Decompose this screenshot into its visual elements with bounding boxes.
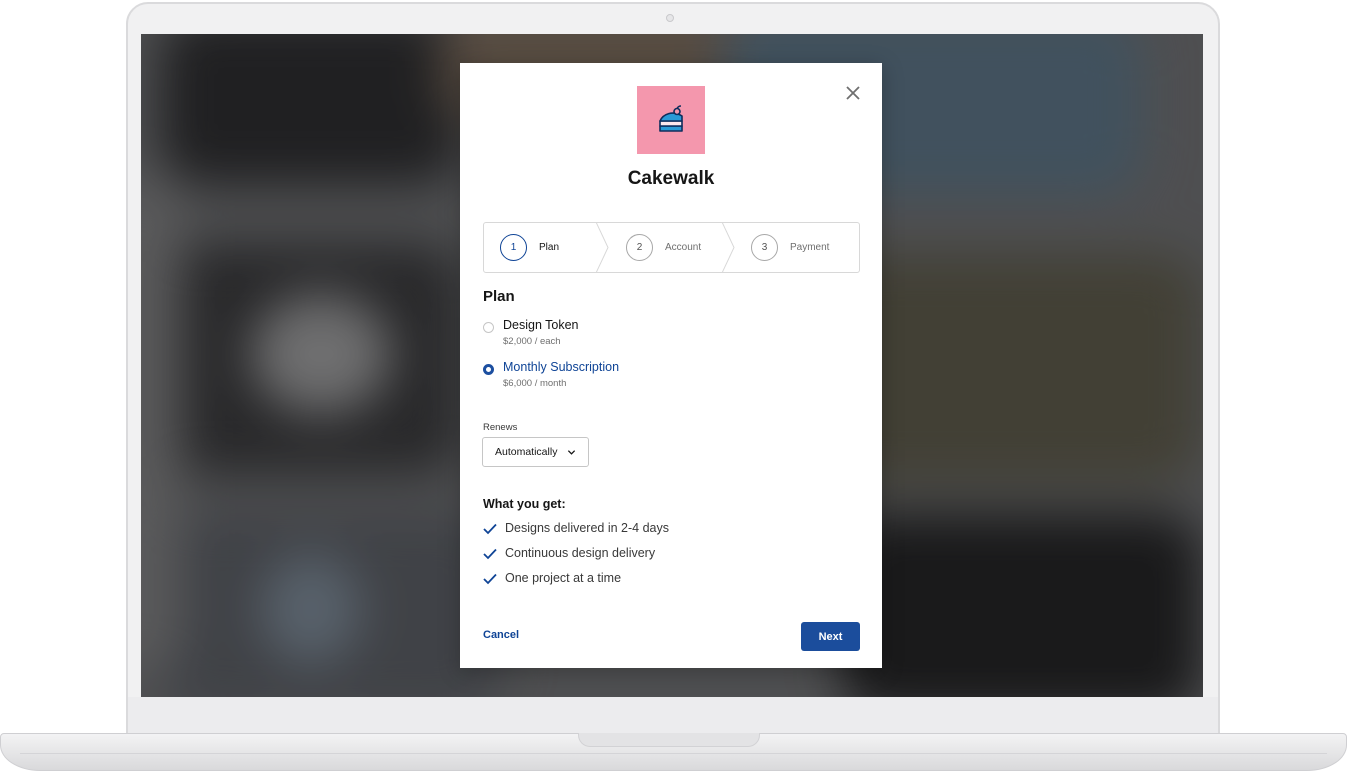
- radio-button-checked[interactable]: [483, 364, 494, 375]
- plan-option-design-token[interactable]: Design Token $2,000 / each: [483, 318, 683, 350]
- next-button[interactable]: Next: [801, 622, 860, 651]
- app-logo: [637, 86, 705, 154]
- benefit-text: Continuous design delivery: [505, 546, 656, 560]
- checkmark-icon: [483, 573, 497, 585]
- step-label: Payment: [790, 242, 830, 253]
- option-price: $6,000 / month: [503, 378, 567, 389]
- cancel-button[interactable]: Cancel: [483, 629, 519, 641]
- camera-dot: [666, 14, 674, 22]
- radio-button[interactable]: [483, 322, 494, 333]
- close-button[interactable]: [843, 83, 863, 103]
- plan-option-monthly-subscription[interactable]: Monthly Subscription $6,000 / month: [483, 360, 683, 392]
- option-label: Monthly Subscription: [503, 360, 620, 374]
- step-number: 2: [626, 234, 653, 261]
- step-label: Account: [665, 242, 702, 253]
- checkmark-icon: [483, 548, 497, 560]
- step-label: Plan: [539, 242, 560, 253]
- laptop-chin: [126, 697, 1220, 735]
- renews-label: Renews: [483, 422, 518, 433]
- laptop-base-edge: [20, 753, 1327, 754]
- step-number: 1: [500, 234, 527, 261]
- option-price: $2,000 / each: [503, 336, 561, 347]
- plan-section-title: Plan: [483, 288, 515, 305]
- step-divider-chevron: [722, 223, 735, 272]
- renews-dropdown[interactable]: Automatically: [482, 437, 589, 467]
- step-payment[interactable]: 3 Payment: [751, 223, 829, 272]
- laptop-notch: [578, 733, 760, 747]
- cake-slice-icon: [659, 105, 683, 132]
- step-divider-chevron: [596, 223, 609, 272]
- option-label: Design Token: [503, 318, 579, 332]
- step-plan[interactable]: 1 Plan: [500, 223, 559, 272]
- benefit-text: Designs delivered in 2-4 days: [505, 521, 669, 535]
- benefits-title: What you get:: [483, 497, 566, 511]
- dropdown-value: Automatically: [495, 446, 558, 458]
- app-title: Cakewalk: [627, 168, 715, 189]
- close-icon: [846, 86, 860, 100]
- signup-modal: Cakewalk 1 Plan 2 Account 3 Payment Plan…: [460, 63, 882, 668]
- step-account[interactable]: 2 Account: [626, 223, 701, 272]
- benefit-text: One project at a time: [505, 571, 622, 585]
- chevron-down-icon: [567, 450, 576, 455]
- progress-stepper: 1 Plan 2 Account 3 Payment: [483, 222, 860, 273]
- checkmark-icon: [483, 523, 497, 535]
- step-number: 3: [751, 234, 778, 261]
